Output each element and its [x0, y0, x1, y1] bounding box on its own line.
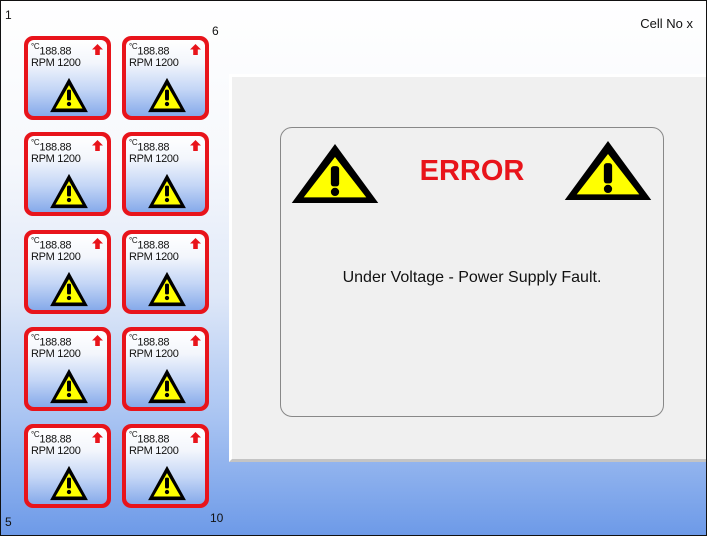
temperature-unit: °C — [129, 42, 138, 51]
temperature-value: 188.88 — [137, 433, 170, 446]
cell-number-label: Cell No x — [640, 16, 693, 31]
rpm-readout: RPM 1200 — [129, 348, 179, 360]
cell-tile-body: °C188.88 RPM 1200 — [126, 136, 205, 212]
trend-up-arrow-icon — [92, 432, 103, 443]
warning-triangle-icon — [148, 368, 186, 404]
temperature-value: 188.88 — [137, 45, 170, 58]
trend-up-arrow-icon — [92, 140, 103, 151]
temperature-value: 188.88 — [39, 45, 72, 58]
trend-up-arrow-icon — [92, 335, 103, 346]
cell-tile-body: °C188.88 RPM 1200 — [28, 428, 107, 504]
temperature-readout: °C188.88 — [31, 138, 72, 154]
rpm-readout: RPM 1200 — [31, 57, 81, 69]
temperature-readout: °C188.88 — [31, 236, 72, 252]
temperature-readout: °C188.88 — [31, 430, 72, 446]
warning-triangle-icon — [50, 271, 88, 307]
corner-label-top-left: 1 — [5, 8, 12, 22]
temperature-readout: °C188.88 — [129, 42, 170, 58]
cell-tile-body: °C188.88 RPM 1200 — [126, 234, 205, 310]
warning-triangle-icon — [50, 368, 88, 404]
cell-tile[interactable]: °C188.88 RPM 1200 — [24, 36, 111, 120]
cell-tile-body: °C188.88 RPM 1200 — [126, 40, 205, 116]
cell-tile[interactable]: °C188.88 RPM 1200 — [122, 327, 209, 411]
cell-tile[interactable]: °C188.88 RPM 1200 — [122, 132, 209, 216]
temperature-value: 188.88 — [137, 239, 170, 252]
temperature-unit: °C — [129, 430, 138, 439]
dialog-panel: ERROR Under Voltage - Power Supply Fault… — [229, 74, 706, 462]
temperature-unit: °C — [31, 138, 40, 147]
corner-label-bottom-right: 10 — [210, 511, 224, 525]
temperature-readout: °C188.88 — [129, 333, 170, 349]
cell-tile-body: °C188.88 RPM 1200 — [28, 331, 107, 407]
temperature-readout: °C188.88 — [129, 430, 170, 446]
error-message: Under Voltage - Power Supply Fault. — [342, 269, 602, 286]
rpm-readout: RPM 1200 — [31, 251, 81, 263]
temperature-unit: °C — [129, 333, 138, 342]
warning-triangle-icon — [50, 173, 88, 209]
temperature-unit: °C — [31, 430, 40, 439]
rpm-readout: RPM 1200 — [31, 153, 81, 165]
temperature-value: 188.88 — [39, 336, 72, 349]
trend-up-arrow-icon — [190, 335, 201, 346]
cell-tile-body: °C188.88 RPM 1200 — [28, 136, 107, 212]
error-dialog: ERROR Under Voltage - Power Supply Fault… — [280, 127, 664, 417]
temperature-value: 188.88 — [39, 141, 72, 154]
cell-tile-body: °C188.88 RPM 1200 — [28, 40, 107, 116]
rpm-readout: RPM 1200 — [129, 445, 179, 457]
temperature-unit: °C — [31, 42, 40, 51]
trend-up-arrow-icon — [190, 140, 201, 151]
cell-tile[interactable]: °C188.88 RPM 1200 — [24, 327, 111, 411]
trend-up-arrow-icon — [92, 238, 103, 249]
trend-up-arrow-icon — [92, 44, 103, 55]
temperature-value: 188.88 — [137, 141, 170, 154]
warning-triangle-icon — [148, 465, 186, 501]
rpm-readout: RPM 1200 — [129, 153, 179, 165]
temperature-unit: °C — [129, 138, 138, 147]
rpm-readout: RPM 1200 — [31, 445, 81, 457]
warning-triangle-icon — [148, 271, 186, 307]
warning-triangle-icon — [50, 465, 88, 501]
temperature-value: 188.88 — [39, 239, 72, 252]
cell-tile[interactable]: °C188.88 RPM 1200 — [122, 230, 209, 314]
temperature-unit: °C — [129, 236, 138, 245]
warning-triangle-icon — [148, 77, 186, 113]
temperature-value: 188.88 — [137, 336, 170, 349]
monitor-screen: 1 6 5 10 Cell No x °C188.88 RPM 1200 °C188… — [0, 0, 707, 536]
temperature-readout: °C188.88 — [129, 236, 170, 252]
warning-triangle-icon — [564, 141, 652, 200]
cell-tile[interactable]: °C188.88 RPM 1200 — [24, 424, 111, 508]
rpm-readout: RPM 1200 — [129, 57, 179, 69]
trend-up-arrow-icon — [190, 432, 201, 443]
temperature-readout: °C188.88 — [31, 333, 72, 349]
temperature-readout: °C188.88 — [129, 138, 170, 154]
temperature-unit: °C — [31, 333, 40, 342]
temperature-readout: °C188.88 — [31, 42, 72, 58]
warning-triangle-icon — [50, 77, 88, 113]
cell-tile-body: °C188.88 RPM 1200 — [28, 234, 107, 310]
cell-tile-body: °C188.88 RPM 1200 — [126, 428, 205, 504]
temperature-unit: °C — [31, 236, 40, 245]
trend-up-arrow-icon — [190, 44, 201, 55]
cell-tile[interactable]: °C188.88 RPM 1200 — [122, 424, 209, 508]
rpm-readout: RPM 1200 — [129, 251, 179, 263]
rpm-readout: RPM 1200 — [31, 348, 81, 360]
corner-label-bottom-left: 5 — [5, 515, 12, 529]
cell-tile[interactable]: °C188.88 RPM 1200 — [24, 230, 111, 314]
temperature-value: 188.88 — [39, 433, 72, 446]
corner-label-top-right: 6 — [212, 24, 219, 38]
cell-tile[interactable]: °C188.88 RPM 1200 — [122, 36, 209, 120]
trend-up-arrow-icon — [190, 238, 201, 249]
cell-tile[interactable]: °C188.88 RPM 1200 — [24, 132, 111, 216]
warning-triangle-icon — [148, 173, 186, 209]
cell-tile-body: °C188.88 RPM 1200 — [126, 331, 205, 407]
